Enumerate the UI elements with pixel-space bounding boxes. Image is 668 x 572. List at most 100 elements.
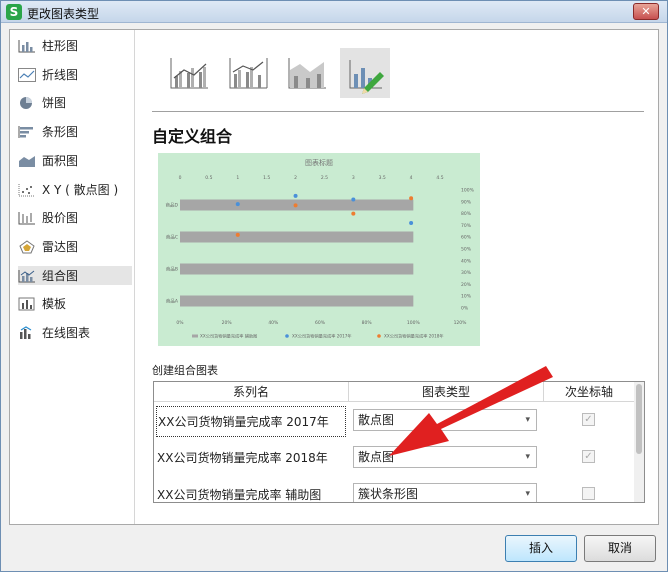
header-series-name: 系列名 xyxy=(154,382,349,402)
chart-category-sidebar: 柱形图 折线图 饼图 条形图 面积图 X Y (散点图) 股价图 雷达图 组… xyxy=(10,30,135,524)
scrollbar-thumb[interactable] xyxy=(636,384,642,454)
right-axis-tick-label: 90% xyxy=(461,199,472,205)
subtype-clustered-column-line[interactable] xyxy=(164,48,214,98)
combo-area-column-icon xyxy=(288,58,326,89)
sidebar-item-label: 在线图表 xyxy=(42,326,91,340)
category-tick-label: 商品A xyxy=(166,298,179,305)
bottom-axis-tick-label: 120% xyxy=(454,320,468,326)
sidebar-item-column[interactable]: 柱形图 xyxy=(18,36,132,55)
sidebar-item-stock[interactable]: 股价图 xyxy=(18,208,132,227)
legend-swatch xyxy=(192,334,198,338)
legend-label: XX公司货物销量完成率 辅助图 xyxy=(200,333,257,340)
bottom-axis-tick-label: 0% xyxy=(176,320,184,326)
top-axis-tick-label: 3 xyxy=(352,175,355,181)
insert-button[interactable]: 插入 xyxy=(505,535,577,562)
scatter-point xyxy=(235,232,240,237)
online-chart-icon xyxy=(20,325,32,339)
series-name-cell[interactable]: XX公司货物销量完成率 2017年 xyxy=(156,406,346,437)
chart-type-select[interactable]: 簇状条形图 ▾ xyxy=(353,483,537,502)
table-row: XX公司货物销量完成率 2018年 散点图 ▾ ✓ xyxy=(154,440,634,477)
secondary-axis-checkbox[interactable]: ✓ xyxy=(582,413,595,426)
chart-type-select[interactable]: 散点图 ▾ xyxy=(353,446,537,468)
category-tick-label: 商品B xyxy=(166,266,178,273)
chart-preview: 图表标题 0 0.5 1 1.5 2 2.5 3 3.5 4 4.5 100% 90% 80% 70% 60%… xyxy=(158,153,480,346)
sidebar-item-bar[interactable]: 条形图 xyxy=(18,122,132,141)
sidebar-item-radar[interactable]: 雷达图 xyxy=(18,237,132,256)
scatter-point xyxy=(293,193,298,198)
combo-chart-icon xyxy=(18,269,35,282)
bar xyxy=(180,263,414,275)
bar xyxy=(180,231,414,243)
top-axis-tick-label: 2.5 xyxy=(321,175,328,181)
right-axis-tick-label: 70% xyxy=(461,223,472,229)
right-axis-tick-label: 60% xyxy=(461,235,472,241)
right-axis-tick-label: 80% xyxy=(461,211,472,217)
sidebar-item-online[interactable]: 在线图表 xyxy=(18,323,132,342)
subtype-column-line-secondary[interactable] xyxy=(223,48,273,98)
sidebar-item-label: X Y ( 散点图 ) xyxy=(42,183,119,197)
subtype-custom-combo[interactable] xyxy=(340,48,390,98)
chart-options-panel: 自定义组合 图表标题 0 0.5 1 1.5 2 2.5 3 3.5 4 4.5 100% 90% 80%… xyxy=(136,30,658,524)
radar-chart-icon xyxy=(19,239,35,253)
top-axis-tick-label: 3.5 xyxy=(379,175,386,181)
sidebar-item-area[interactable]: 面积图 xyxy=(18,151,132,170)
scatter-point xyxy=(351,197,356,202)
dialog-title: 更改图表类型 xyxy=(27,7,100,21)
series-name-cell[interactable]: XX公司货物销量完成率 辅助图 xyxy=(156,480,346,502)
right-axis-tick-label: 30% xyxy=(461,270,472,276)
bottom-axis-tick-label: 60% xyxy=(315,320,326,326)
top-axis-tick-label: 4 xyxy=(410,175,413,181)
dialog-body: 柱形图 折线图 饼图 条形图 面积图 X Y (散点图) 股价图 雷达图 组… xyxy=(9,29,659,525)
right-axis-tick-label: 50% xyxy=(461,247,472,253)
series-name-cell[interactable]: XX公司货物销量完成率 2018年 xyxy=(156,443,346,474)
scatter-point xyxy=(351,211,356,216)
chart-title: 图表标题 xyxy=(305,158,333,167)
chevron-down-icon: ▾ xyxy=(525,415,530,425)
top-axis-tick-label: 1 xyxy=(236,175,239,181)
sidebar-item-template[interactable]: 模板 xyxy=(18,294,132,313)
sidebar-item-label: 组合图 xyxy=(42,269,79,283)
top-axis-tick-label: 1.5 xyxy=(263,175,270,181)
scatter-point xyxy=(235,202,240,207)
stock-chart-icon xyxy=(18,211,35,224)
sidebar-item-label: 条形图 xyxy=(42,125,79,139)
scatter-point xyxy=(293,203,298,208)
select-value: 簇状条形图 xyxy=(358,487,419,501)
change-chart-type-dialog: S 更改图表类型 ✕ 柱形图 折线图 饼图 条形图 面积图 X Y (散点图 … xyxy=(0,0,668,572)
scatter-point xyxy=(409,221,414,226)
pie-chart-icon xyxy=(20,96,32,109)
sidebar-item-pie[interactable]: 饼图 xyxy=(18,93,132,112)
bottom-axis-tick-label: 40% xyxy=(268,320,279,326)
right-axis-tick-label: 40% xyxy=(461,258,472,264)
close-button[interactable]: ✕ xyxy=(633,3,659,20)
title-bar[interactable]: S 更改图表类型 ✕ xyxy=(1,1,667,23)
preview-chart: 图表标题 0 0.5 1 1.5 2 2.5 3 3.5 4 4.5 100% 90% 80% 70% 60%… xyxy=(166,158,475,340)
table-row: XX公司货物销量完成率 辅助图 簇状条形图 ▾ xyxy=(154,477,634,502)
top-axis-tick-label: 0 xyxy=(179,175,182,181)
sidebar-item-label: 模板 xyxy=(42,297,67,311)
select-value: 散点图 xyxy=(358,450,395,464)
series-grid: 系列名 图表类型 次坐标轴 XX公司货物销量完成率 2017年 散点图 ▾ ✓ … xyxy=(153,381,645,503)
sidebar-item-label: 股价图 xyxy=(42,211,79,225)
grid-header: 系列名 图表类型 次坐标轴 xyxy=(154,382,644,402)
secondary-axis-checkbox[interactable]: ✓ xyxy=(582,450,595,463)
app-logo-icon: S xyxy=(6,4,22,20)
sidebar-item-label: 雷达图 xyxy=(42,240,79,254)
grid-scrollbar[interactable] xyxy=(634,382,644,502)
sidebar-item-label: 折线图 xyxy=(42,68,79,82)
cancel-button[interactable]: 取消 xyxy=(584,535,656,562)
sidebar-item-line[interactable]: 折线图 xyxy=(18,65,132,84)
subtype-area-column[interactable] xyxy=(282,48,332,98)
create-combo-label: 创建组合图表 xyxy=(152,364,218,377)
chart-type-select[interactable]: 散点图 ▾ xyxy=(353,409,537,431)
combo-column-line-icon xyxy=(170,58,208,89)
custom-combo-pencil-icon xyxy=(349,60,384,94)
category-tick-label: 商品D xyxy=(166,202,179,209)
sidebar-item-combo[interactable]: 组合图 xyxy=(18,266,132,285)
select-value: 散点图 xyxy=(358,413,395,427)
sidebar-item-scatter[interactable]: X Y ( 散点图 ) xyxy=(18,180,132,199)
right-axis-tick-label: 20% xyxy=(461,282,472,288)
top-axis-tick-label: 4.5 xyxy=(436,175,443,181)
sidebar-item-label: 饼图 xyxy=(42,96,67,110)
secondary-axis-checkbox[interactable] xyxy=(582,487,595,500)
